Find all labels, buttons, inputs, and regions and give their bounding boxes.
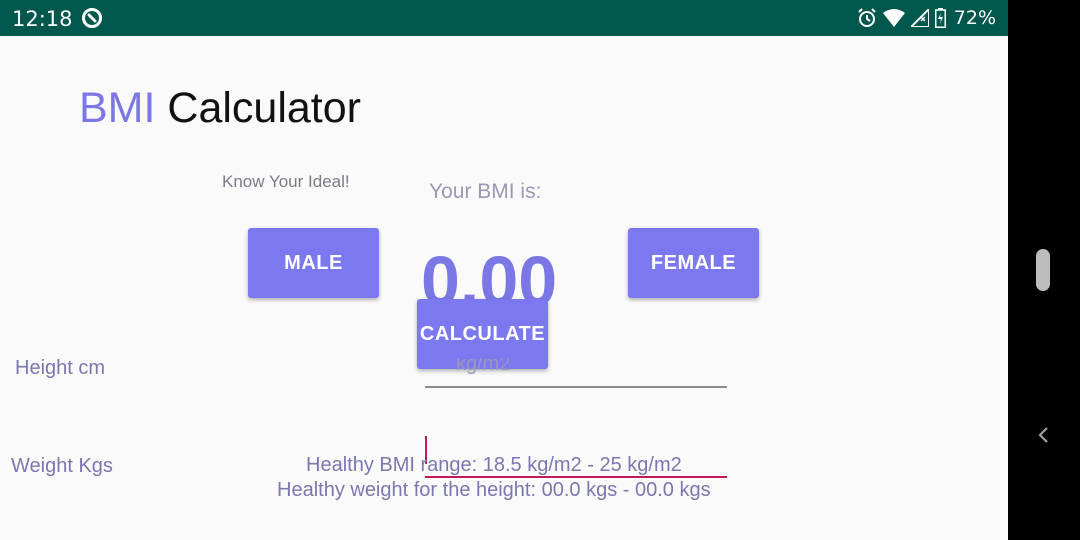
scrollbar-thumb[interactable] <box>1036 249 1050 291</box>
tagline: Know Your Ideal! <box>222 172 350 191</box>
alarm-icon <box>858 8 876 27</box>
battery-percentage: 72% <box>953 7 996 29</box>
height-input[interactable] <box>425 386 727 388</box>
wifi-icon <box>882 9 905 27</box>
title-accent: BMI <box>79 84 156 132</box>
bmi-unit-text: kg/m2 <box>456 358 511 375</box>
healthy-bmi-range: Healthy BMI range: 18.5 kg/m2 - 25 kg/m2 <box>306 454 682 476</box>
page-title: BMI Calculator <box>79 84 361 133</box>
healthy-weight-range: Healthy weight for the height: 00.0 kgs … <box>277 479 711 501</box>
back-icon[interactable] <box>1036 424 1052 446</box>
bmi-unit: kg/m2 <box>456 358 536 380</box>
cellular-signal-icon <box>910 9 929 27</box>
status-time: 12:18 <box>12 7 73 31</box>
status-icons: 72% <box>857 7 996 29</box>
height-label: Height cm <box>15 357 106 379</box>
battery-icon <box>934 8 946 28</box>
male-button[interactable]: MALE <box>248 228 379 298</box>
status-bar: 12:18 72% <box>0 0 1008 36</box>
female-button[interactable]: FEMALE <box>628 228 759 298</box>
title-rest: Calculator <box>155 84 361 132</box>
bmi-caption: Your BMI is: <box>429 180 542 203</box>
weight-label: Weight Kgs <box>11 455 113 477</box>
app-notification-icon <box>82 8 102 28</box>
